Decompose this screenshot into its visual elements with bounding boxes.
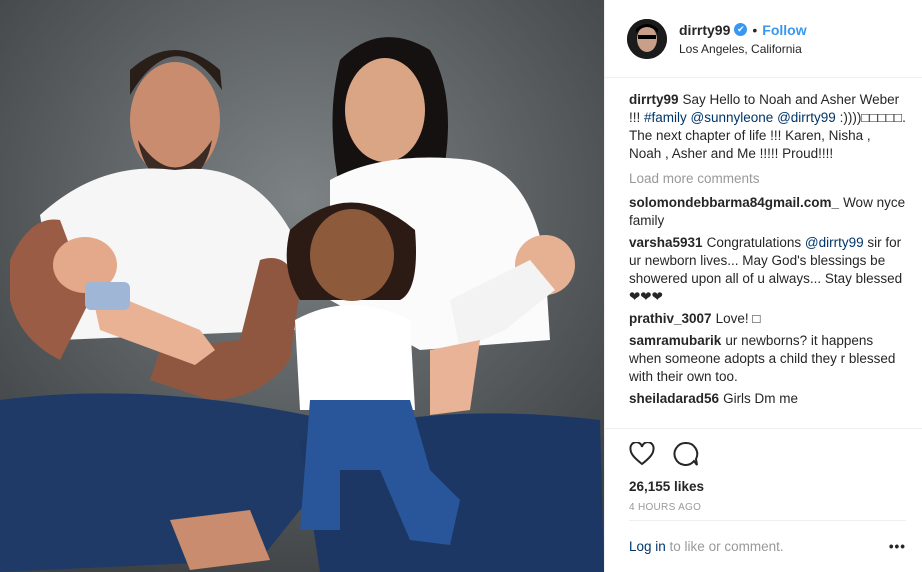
header-info: dirrty99 ✔ • Follow Los Angeles, Califor… bbox=[679, 22, 807, 56]
load-more-comments-button[interactable]: Load more comments bbox=[629, 171, 906, 186]
hashtag-family[interactable]: #family bbox=[644, 110, 687, 125]
likes-count[interactable]: 26,155 likes bbox=[629, 479, 906, 494]
username-link[interactable]: dirrty99 bbox=[679, 22, 730, 38]
comment-icon[interactable] bbox=[673, 441, 699, 470]
heart-icon[interactable] bbox=[629, 440, 655, 469]
post-actions: 26,155 likes 4 HOURS AGO bbox=[605, 428, 922, 513]
action-icons bbox=[629, 439, 906, 471]
comments-list[interactable]: dirrty99 Say Hello to Noah and Asher Webe… bbox=[605, 79, 922, 428]
login-prompt: Log in to like or comment. bbox=[629, 539, 784, 554]
post-header: dirrty99 ✔ • Follow Los Angeles, Califor… bbox=[605, 0, 922, 78]
comment-mention[interactable]: @dirrty99 bbox=[805, 235, 864, 250]
comment-username[interactable]: solomondebbarma84gmail.com_ bbox=[629, 195, 839, 210]
instagram-post: dirrty99 ✔ • Follow Los Angeles, Califor… bbox=[0, 0, 922, 572]
caption-username[interactable]: dirrty99 bbox=[629, 92, 679, 107]
comment: solomondebbarma84gmail.com_ Wow nyce fami… bbox=[629, 194, 906, 230]
avatar[interactable] bbox=[627, 18, 667, 59]
comment-username[interactable]: samramubarik bbox=[629, 333, 721, 348]
login-footer: Log in to like or comment. ••• bbox=[629, 520, 906, 572]
family-photo-illustration bbox=[0, 0, 604, 572]
login-prompt-text: to like or comment. bbox=[665, 539, 784, 554]
separator-dot: • bbox=[752, 21, 758, 38]
comment: samramubarik ur newborns? it happens when… bbox=[629, 332, 906, 386]
mention-dirrty99[interactable]: @dirrty99 bbox=[777, 110, 836, 125]
post-photo[interactable] bbox=[0, 0, 604, 572]
header-row: dirrty99 ✔ • Follow bbox=[679, 22, 807, 38]
follow-button[interactable]: Follow bbox=[762, 22, 806, 38]
post-caption: dirrty99 Say Hello to Noah and Asher Webe… bbox=[629, 91, 906, 163]
comment-username[interactable]: sheiladarad56 bbox=[629, 391, 719, 406]
comment: varsha5931 Congratulations @dirrty99 sir … bbox=[629, 234, 906, 306]
heart-icon-svg bbox=[629, 440, 655, 465]
comment: prathiv_3007 Love! □ bbox=[629, 310, 906, 328]
login-link[interactable]: Log in bbox=[629, 539, 666, 554]
comment-username[interactable]: varsha5931 bbox=[629, 235, 703, 250]
location-link[interactable]: Los Angeles, California bbox=[679, 42, 807, 56]
comment-text: Congratulations bbox=[706, 235, 805, 250]
post-sidebar: dirrty99 ✔ • Follow Los Angeles, Califor… bbox=[604, 0, 922, 572]
comment-text: Girls Dm me bbox=[723, 391, 799, 406]
avatar-image bbox=[627, 18, 667, 59]
comment-icon-svg bbox=[673, 441, 699, 466]
comment: sheiladarad56 Girls Dm me bbox=[629, 390, 906, 408]
comment-text: Love! □ bbox=[715, 311, 761, 326]
verified-badge-icon: ✔ bbox=[734, 23, 748, 36]
mention-sunnyleone[interactable]: @sunnyleone bbox=[691, 110, 774, 125]
post-timestamp: 4 HOURS AGO bbox=[629, 502, 702, 513]
more-options-icon[interactable]: ••• bbox=[889, 539, 906, 554]
comment-username[interactable]: prathiv_3007 bbox=[629, 311, 712, 326]
